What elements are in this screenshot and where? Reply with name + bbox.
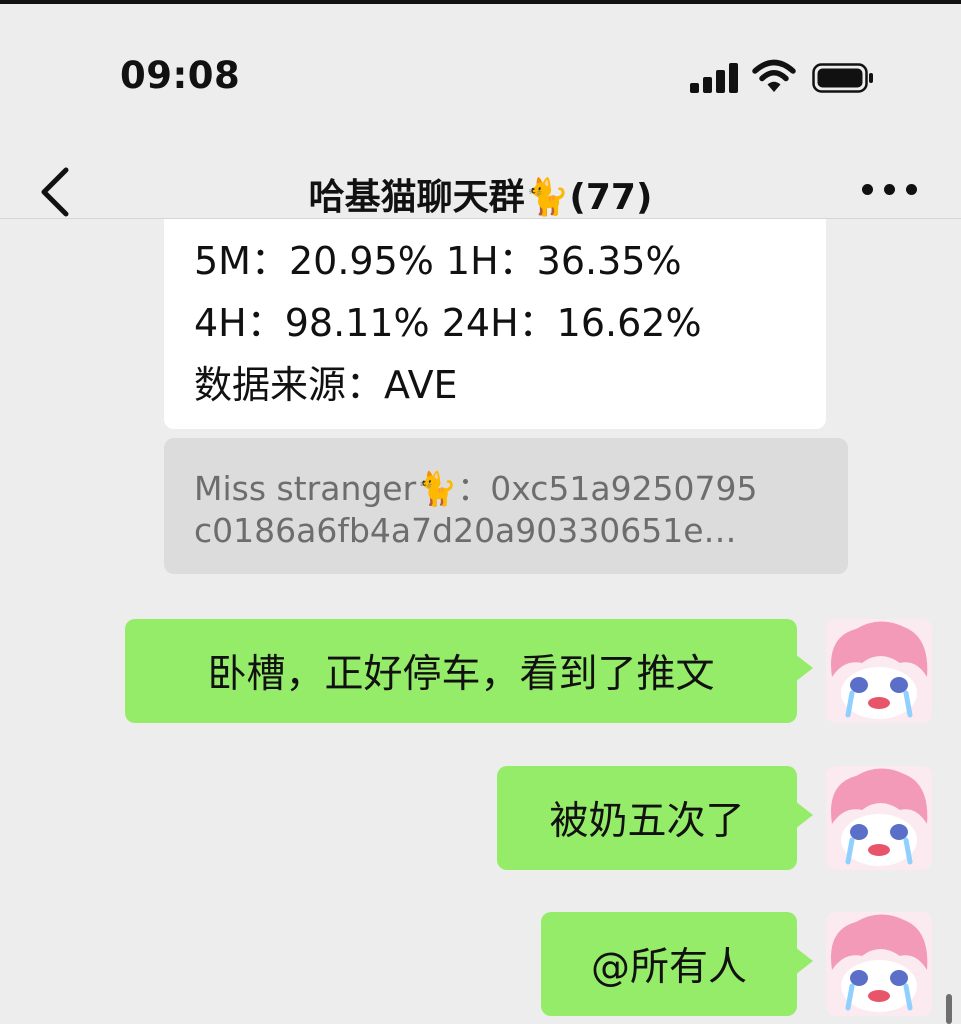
quote-text-2: c0186a6fb4a7d20a90330651e… <box>194 511 737 550</box>
card-line-2: 4H：98.11% 24H：16.62% <box>194 301 702 345</box>
avatar[interactable] <box>826 619 932 723</box>
wifi-icon <box>752 59 796 92</box>
cellular-signal-icon <box>690 63 738 93</box>
avatar[interactable] <box>826 912 932 1016</box>
quoted-message[interactable]: Miss stranger🐈：0xc51a9250795 c0186a6fb4a… <box>164 438 848 574</box>
message-bubble[interactable]: @所有人 <box>541 912 813 1016</box>
battery-icon <box>812 63 873 93</box>
message-text: 被奶五次了 <box>549 799 745 844</box>
member-count: (77) <box>569 177 653 218</box>
top-edge-line <box>0 0 961 4</box>
message-text: @所有人 <box>590 945 747 990</box>
group-name: 哈基猫聊天群 <box>308 177 525 218</box>
chat-message-list[interactable]: 5M：20.95% 1H：36.35% 4H：98.11% 24H：16.62%… <box>0 219 961 1024</box>
avatar[interactable] <box>826 766 932 870</box>
cat-emoji: 🐈 <box>524 177 570 218</box>
status-time: 09:08 <box>120 54 241 97</box>
card-line-1: 5M：20.95% 1H：36.35% <box>194 239 682 283</box>
message-bubble[interactable]: 被奶五次了 <box>497 766 813 870</box>
scrollbar[interactable] <box>946 994 952 1024</box>
chat-title[interactable]: 哈基猫聊天群🐈(77) <box>0 168 961 220</box>
message-bubble[interactable]: 卧槽，正好停车，看到了推文 <box>125 619 813 723</box>
card-line-3: 数据来源：AVE <box>194 363 458 407</box>
chat-header: 哈基猫聊天群🐈(77) <box>0 140 961 219</box>
message-text: 卧槽，正好停车，看到了推文 <box>207 652 715 697</box>
quote-sender: Miss stranger🐈： <box>194 469 491 508</box>
more-dots-icon[interactable] <box>862 184 918 196</box>
price-card-message[interactable]: 5M：20.95% 1H：36.35% 4H：98.11% 24H：16.62%… <box>164 219 826 429</box>
quote-text-1: 0xc51a9250795 <box>490 469 758 508</box>
